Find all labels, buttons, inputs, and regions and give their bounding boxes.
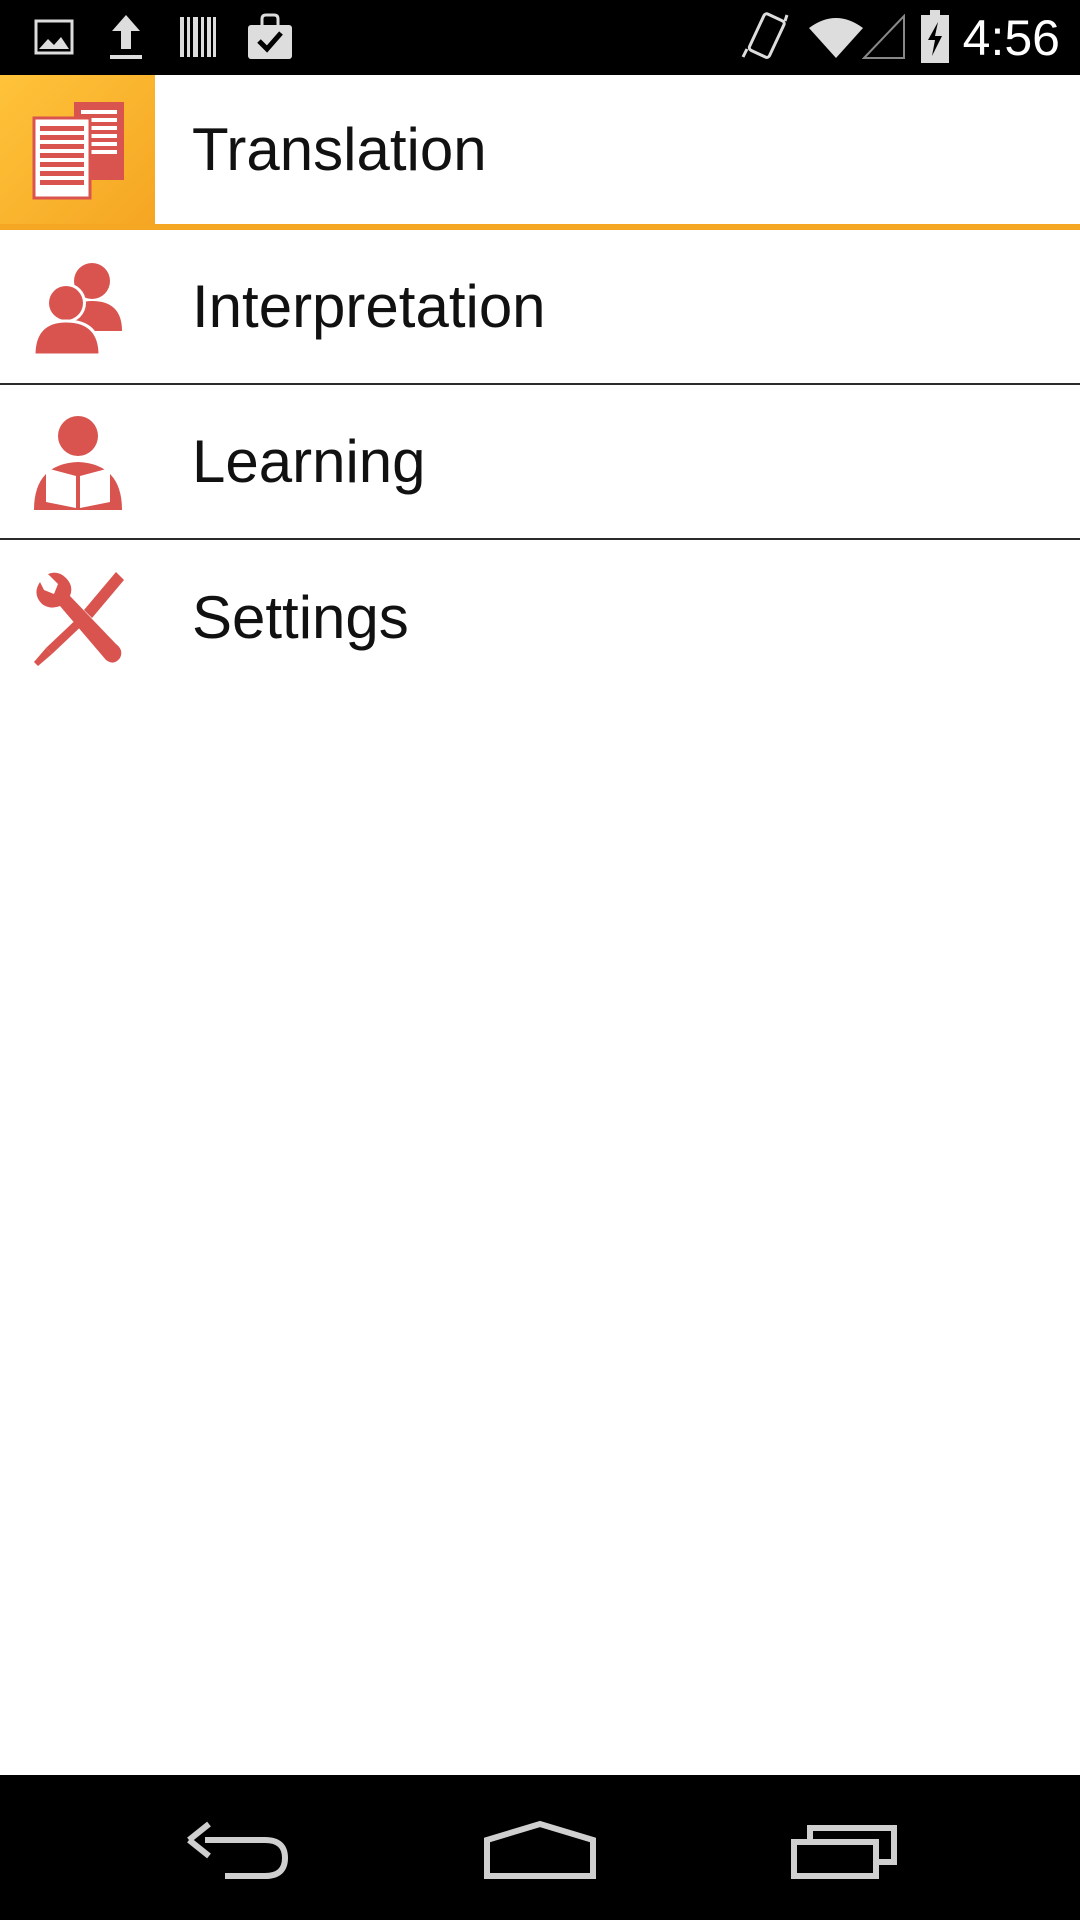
menu-item-settings[interactable]: Settings xyxy=(0,540,1080,695)
recents-icon[interactable] xyxy=(785,1810,905,1890)
shopping-bag-check-icon xyxy=(244,12,296,62)
barcode-icon xyxy=(176,12,220,62)
reader-icon xyxy=(0,385,155,538)
battery-charging-icon xyxy=(918,10,952,63)
menu-item-label: Translation xyxy=(192,116,487,183)
menu-item-label: Settings xyxy=(192,584,409,651)
menu-item-label: Interpretation xyxy=(192,273,546,340)
status-time: 4:56 xyxy=(962,10,1060,66)
navigation-bar xyxy=(0,1775,1080,1920)
documents-icon xyxy=(0,75,155,224)
menu-item-label: Learning xyxy=(192,428,426,495)
home-icon[interactable] xyxy=(480,1810,600,1890)
menu-item-learning[interactable]: Learning xyxy=(0,385,1080,540)
status-bar: 4:56 xyxy=(0,0,1080,75)
tools-icon xyxy=(0,540,155,695)
menu-item-translation[interactable]: Translation xyxy=(0,75,1080,230)
main-menu: Translation Interpretation Learning Sett… xyxy=(0,75,1080,695)
gallery-icon xyxy=(32,12,76,62)
menu-item-interpretation[interactable]: Interpretation xyxy=(0,230,1080,385)
wifi-icon xyxy=(806,12,866,62)
vibrate-icon xyxy=(740,12,790,62)
upload-icon xyxy=(104,12,148,62)
people-icon xyxy=(0,230,155,383)
back-icon[interactable] xyxy=(180,1810,300,1890)
signal-icon xyxy=(862,12,906,62)
